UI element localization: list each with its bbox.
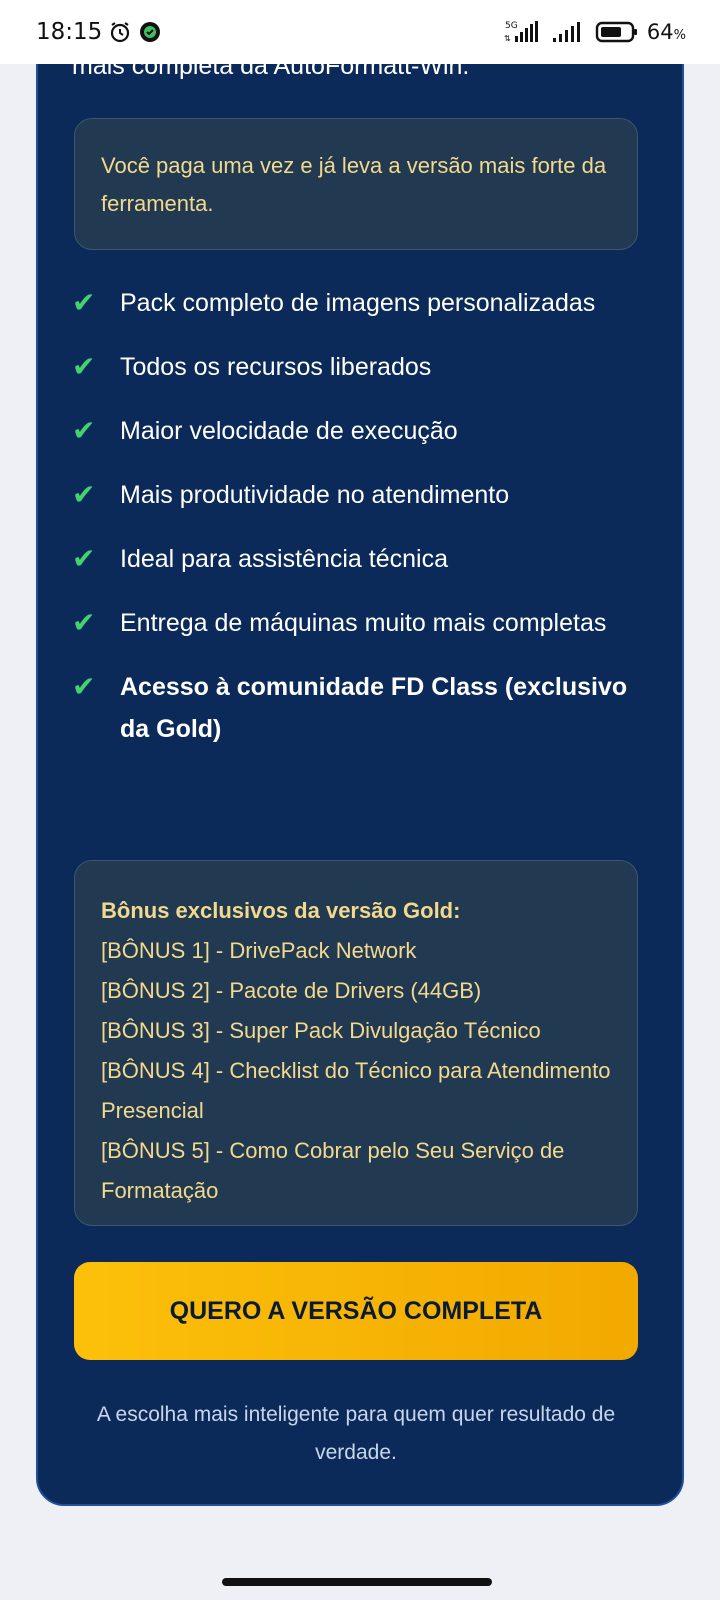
svg-text:5G: 5G bbox=[505, 21, 518, 31]
feature-list: ✔ Pack completo de imagens personalizada… bbox=[72, 282, 662, 772]
feature-text: Pack completo de imagens personalizadas bbox=[120, 289, 596, 317]
payment-note: Você paga uma vez e já leva a versão mai… bbox=[74, 118, 638, 250]
home-indicator[interactable] bbox=[222, 1578, 492, 1586]
bonus-item: [BÔNUS 5] - Como Cobrar pelo Seu Serviço… bbox=[101, 1138, 565, 1203]
cta-subtitle: A escolha mais inteligente para quem que… bbox=[96, 1403, 616, 1464]
status-bar: 18:15 5G ⇅ 64% bbox=[0, 0, 720, 64]
check-icon: ✔ bbox=[72, 414, 96, 447]
feature-text: Ideal para assistência técnica bbox=[120, 545, 448, 573]
feature-item: ✔ Maior velocidade de execução bbox=[72, 410, 662, 452]
app-notification-icon bbox=[138, 20, 162, 44]
battery-icon bbox=[595, 20, 639, 44]
feature-item: ✔ Entrega de máquinas muito mais complet… bbox=[72, 602, 662, 644]
bonus-box: Bônus exclusivos da versão Gold: [BÔNUS … bbox=[74, 860, 638, 1226]
check-icon: ✔ bbox=[72, 478, 96, 511]
bonus-item: [BÔNUS 4] - Checklist do Técnico para At… bbox=[101, 1058, 611, 1123]
alarm-icon bbox=[108, 20, 132, 44]
feature-item: ✔ Pack completo de imagens personalizada… bbox=[72, 282, 662, 324]
check-icon: ✔ bbox=[72, 542, 96, 575]
feature-text: Acesso à comunidade FD Class (exclusivo … bbox=[120, 673, 628, 743]
bonus-item: [BÔNUS 1] - DrivePack Network bbox=[101, 938, 417, 963]
status-time: 18:15 bbox=[36, 19, 103, 45]
feature-item-community: ✔ Acesso à comunidade FD Class (exclusiv… bbox=[72, 666, 662, 750]
feature-text: Maior velocidade de execução bbox=[120, 417, 458, 445]
signal-5g-icon: 5G ⇅ bbox=[503, 19, 543, 45]
svg-text:⇅: ⇅ bbox=[504, 34, 511, 43]
buy-full-version-button[interactable]: QUERO A VERSÃO COMPLETA bbox=[74, 1262, 638, 1360]
feature-text: Mais produtividade no atendimento bbox=[120, 481, 510, 509]
feature-text: Todos os recursos liberados bbox=[120, 353, 432, 381]
signal-icon bbox=[551, 20, 587, 44]
bonus-title: Bônus exclusivos da versão Gold: bbox=[101, 898, 461, 923]
bonus-item: [BÔNUS 3] - Super Pack Divulgação Técnic… bbox=[101, 1018, 541, 1043]
feature-item: ✔ Mais produtividade no atendimento bbox=[72, 474, 662, 516]
check-icon: ✔ bbox=[72, 286, 96, 319]
bonus-item: [BÔNUS 2] - Pacote de Drivers (44GB) bbox=[101, 978, 482, 1003]
gold-plan-card: mais completa da AutoFormatt-Win. Você p… bbox=[36, 10, 684, 1506]
check-icon: ✔ bbox=[72, 670, 96, 703]
feature-text: Entrega de máquinas muito mais completas bbox=[120, 609, 607, 637]
feature-item: ✔ Ideal para assistência técnica bbox=[72, 538, 662, 580]
check-icon: ✔ bbox=[72, 606, 96, 639]
battery-percent: 64% bbox=[646, 20, 686, 44]
check-icon: ✔ bbox=[72, 350, 96, 383]
feature-item: ✔ Todos os recursos liberados bbox=[72, 346, 662, 388]
